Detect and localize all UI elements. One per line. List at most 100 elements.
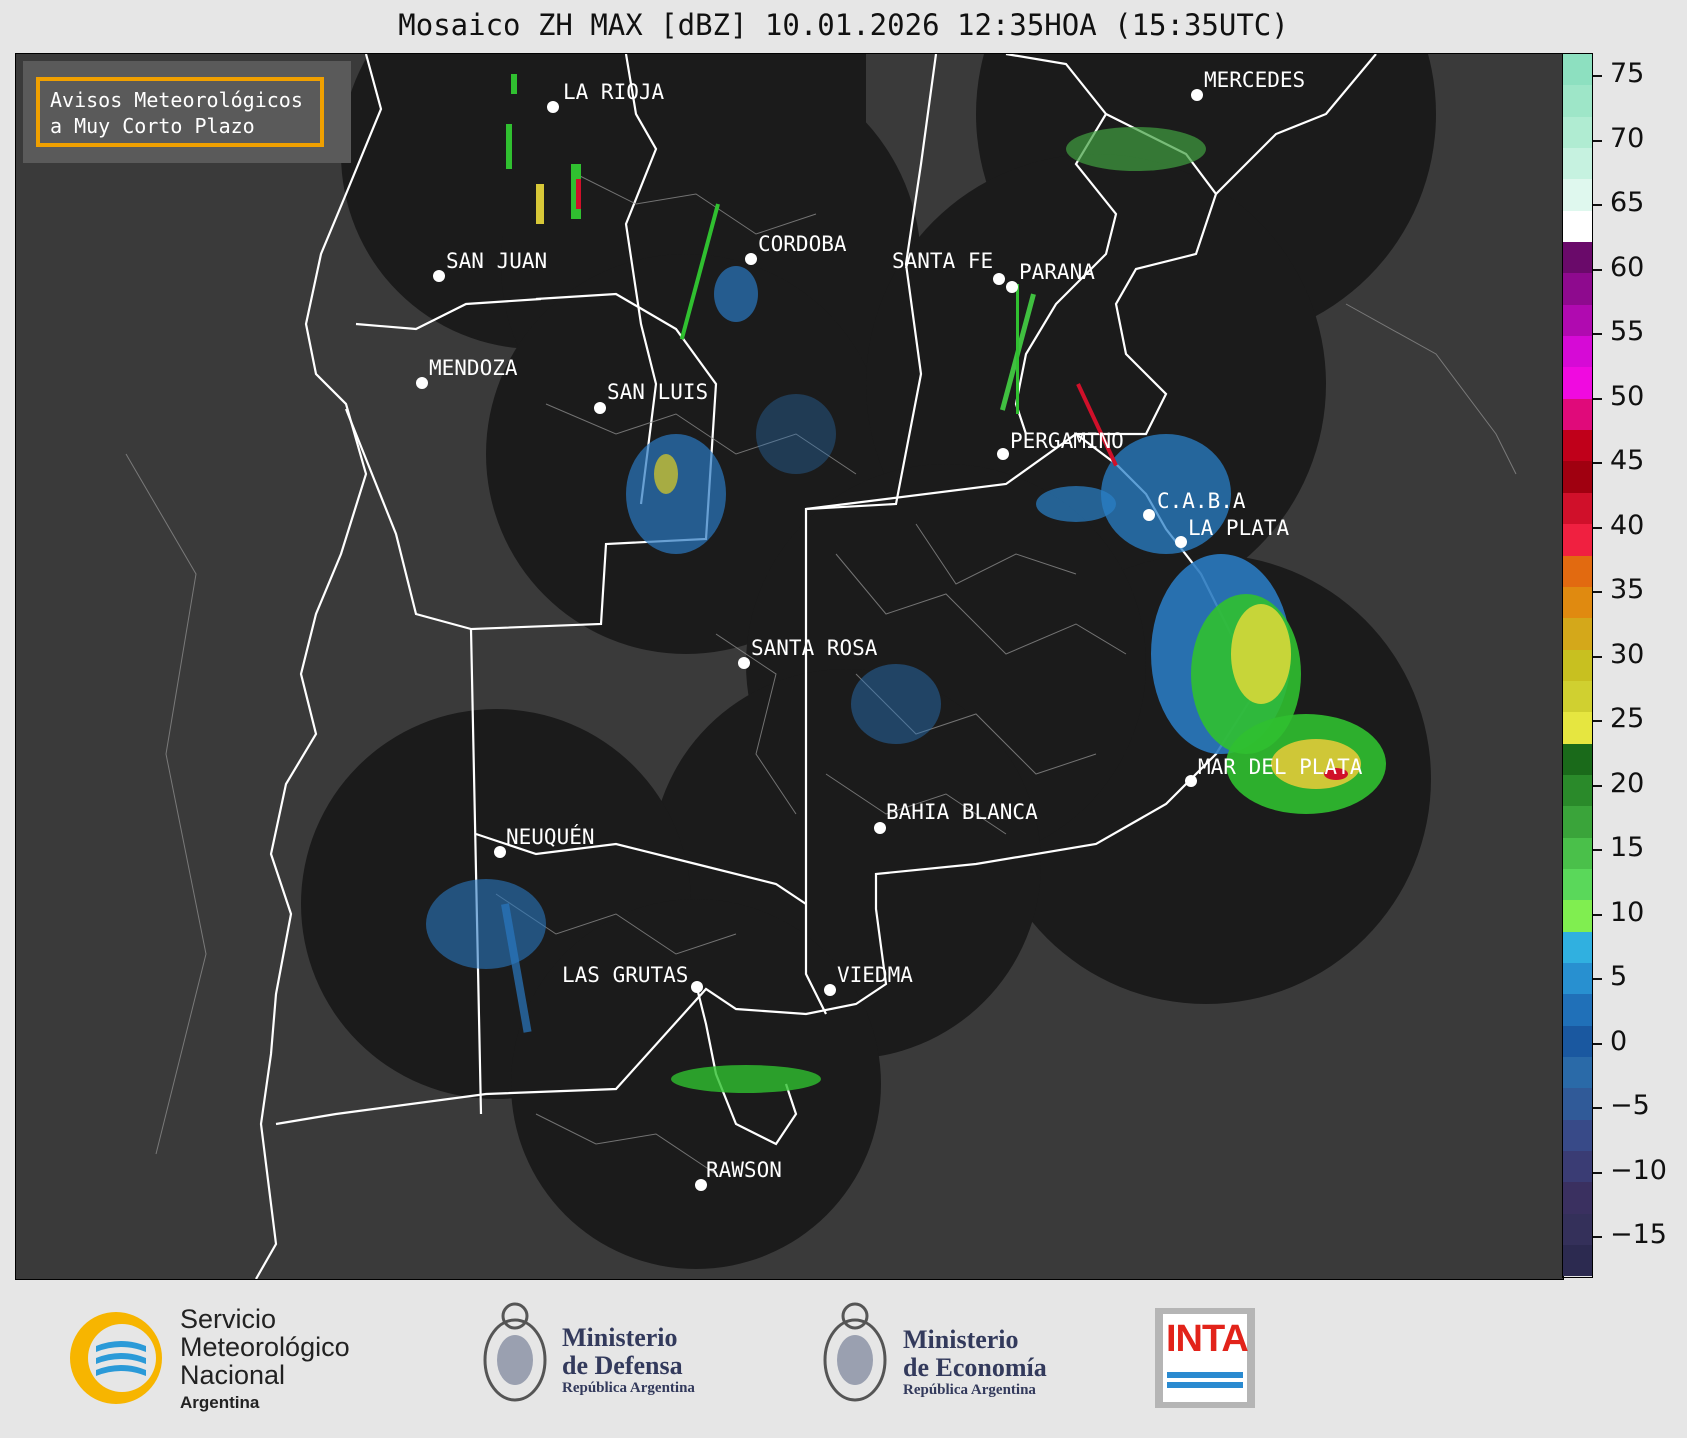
inta-text: INTA (1166, 1318, 1249, 1360)
colorbar-segment (1563, 367, 1592, 399)
colorbar-tick-label: 55 (1610, 316, 1645, 347)
colorbar-segment (1563, 900, 1592, 932)
colorbar-tick-mark (1593, 1171, 1602, 1174)
svg-text:MAR DEL PLATA: MAR DEL PLATA (1198, 755, 1363, 779)
colorbar-tick-mark (1593, 655, 1602, 658)
smn-logo-icon (70, 1312, 162, 1404)
smn-text: Servicio Meteorológico Nacional Argentin… (180, 1305, 350, 1417)
colorbar-tick-mark (1593, 591, 1602, 593)
colorbar-segment (1563, 680, 1592, 713)
colorbar-segment (1563, 304, 1592, 337)
smn-l4: Argentina (180, 1393, 260, 1412)
colorbar-tick-mark (1593, 1042, 1602, 1045)
avisos-box[interactable]: Avisos Meteorológicos a Muy Corto Plazo (36, 77, 324, 147)
colorbar-segment (1563, 85, 1592, 117)
economia-l3: República Argentina (903, 1382, 1036, 1398)
colorbar-segment (1563, 743, 1592, 775)
colorbar-tick-label: 65 (1610, 187, 1645, 218)
colorbar-segment (1563, 242, 1592, 274)
colorbar-segment (1563, 774, 1592, 807)
colorbar-segment (1563, 273, 1592, 305)
colorbar-segment (1563, 210, 1592, 243)
svg-text:MENDOZA: MENDOZA (429, 356, 518, 380)
colorbar-tick-label: 35 (1610, 574, 1645, 605)
avisos-line2: a Muy Corto Plazo (50, 114, 255, 138)
defensa-l3: República Argentina (562, 1380, 695, 1396)
colorbar-tick-label: 50 (1610, 380, 1645, 412)
colorbar-segment (1563, 336, 1592, 368)
colorbar-tick-label: 60 (1610, 251, 1645, 283)
colorbar-segment (1563, 618, 1592, 650)
colorbar-tick-label: 30 (1610, 638, 1645, 670)
svg-text:NEUQUÉN: NEUQUÉN (506, 824, 595, 849)
colorbar-segment (1563, 931, 1592, 963)
radar-map-svg: LA RIOJA SAN JUAN CORDOBA SANTA FE PARAN… (125, 54, 1517, 1279)
svg-text:BAHIA BLANCA: BAHIA BLANCA (886, 800, 1038, 824)
smn-l2: Meteorológico (180, 1332, 350, 1362)
svg-text:SAN JUAN: SAN JUAN (446, 249, 547, 273)
economia-seal-icon (820, 1298, 890, 1413)
colorbar-tick-mark (1593, 204, 1602, 206)
defensa-l1: Ministerio (562, 1323, 678, 1352)
defensa-text: Ministerio de Defensa República Argentin… (562, 1324, 695, 1397)
radar-map[interactable]: LA RIOJA SAN JUAN CORDOBA SANTA FE PARAN… (15, 53, 1564, 1280)
colorbar-tick-label: 25 (1610, 703, 1645, 734)
economia-text: Ministerio de Economía República Argenti… (903, 1326, 1047, 1399)
svg-text:SANTA ROSA: SANTA ROSA (751, 636, 878, 660)
svg-text:SAN LUIS: SAN LUIS (607, 380, 708, 404)
colorbar-tick-label: 75 (1610, 58, 1645, 89)
colorbar-tick-label: 15 (1610, 832, 1645, 863)
svg-text:C.A.B.A: C.A.B.A (1157, 489, 1246, 513)
colorbar-tick-label: 10 (1610, 896, 1645, 928)
colorbar-segment (1563, 461, 1592, 493)
colorbar-tick-mark (1593, 139, 1602, 142)
colorbar-segment (1563, 430, 1592, 462)
smn-l1: Servicio (180, 1304, 277, 1334)
svg-text:RAWSON: RAWSON (706, 1158, 782, 1182)
colorbar-tick-mark (1593, 462, 1602, 464)
colorbar-tick-mark (1593, 397, 1602, 400)
colorbar-tick-label: 45 (1610, 445, 1645, 476)
colorbar-tick-label: 40 (1610, 509, 1645, 541)
colorbar-segment (1563, 179, 1592, 211)
colorbar-tick-mark (1593, 784, 1602, 787)
colorbar-segment (1563, 555, 1592, 587)
dbz-colorbar (1562, 53, 1593, 1278)
colorbar-segment (1563, 1213, 1592, 1246)
colorbar-tick-mark (1593, 333, 1602, 335)
colorbar-segment (1563, 148, 1592, 180)
colorbar-tick-label: −5 (1610, 1090, 1650, 1121)
colorbar-tick-mark (1593, 720, 1602, 722)
svg-text:VIEDMA: VIEDMA (837, 963, 913, 987)
colorbar-segment (1563, 868, 1592, 901)
svg-text:LA PLATA: LA PLATA (1188, 516, 1290, 540)
avisos-badge[interactable]: Avisos Meteorológicos a Muy Corto Plazo (23, 61, 351, 163)
smn-logo (66, 1308, 171, 1408)
colorbar-tick-label: 70 (1610, 122, 1645, 154)
svg-text:SANTA FE: SANTA FE (892, 249, 993, 273)
colorbar-tick-mark (1593, 1236, 1602, 1238)
colorbar-tick-label: −10 (1610, 1154, 1667, 1186)
colorbar-tick-mark (1593, 978, 1602, 980)
colorbar-segment (1563, 398, 1592, 431)
defensa-l2: de Defensa (562, 1351, 683, 1380)
colorbar-tick-mark (1593, 268, 1602, 271)
colorbar-tick-mark (1593, 913, 1602, 916)
defensa-seal-icon (480, 1298, 550, 1413)
colorbar-tick-label: 20 (1610, 767, 1645, 799)
colorbar-segment (1563, 962, 1592, 995)
svg-text:PERGAMINO: PERGAMINO (1010, 429, 1124, 453)
colorbar-segment (1563, 492, 1592, 525)
colorbar-segment (1563, 1119, 1592, 1152)
colorbar-segment (1563, 116, 1592, 149)
colorbar-segment (1563, 712, 1592, 744)
economia-l1: Ministerio (903, 1325, 1019, 1354)
colorbar-tick-label: 5 (1610, 961, 1628, 992)
colorbar-segment (1563, 1245, 1592, 1277)
svg-text:LAS GRUTAS: LAS GRUTAS (562, 963, 688, 987)
colorbar-tick-mark (1593, 75, 1602, 77)
colorbar-segment (1563, 524, 1592, 556)
colorbar-tick-mark (1593, 1107, 1602, 1109)
svg-text:LA RIOJA: LA RIOJA (563, 80, 665, 104)
colorbar-segment (1563, 837, 1592, 869)
